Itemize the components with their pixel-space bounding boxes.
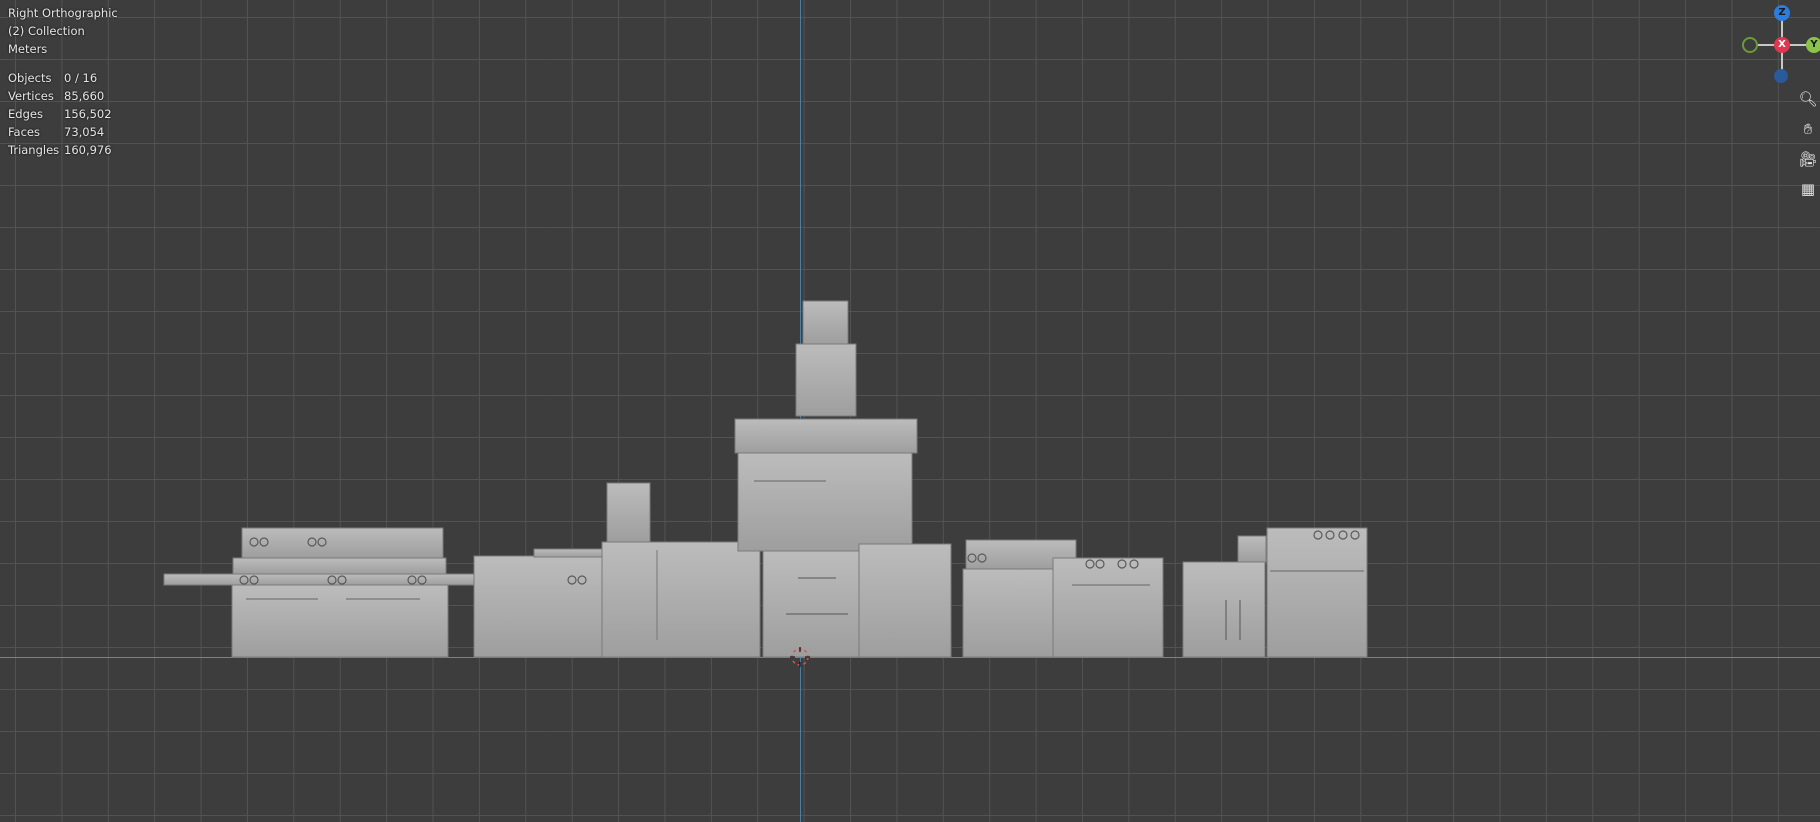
gizmo-neg-z-icon[interactable]	[1774, 69, 1788, 83]
zoom-icon[interactable]: 🔍︎	[1797, 88, 1819, 110]
3d-viewport[interactable]: Right Orthographic (2) Collection Meters…	[0, 0, 1820, 822]
grid-icon[interactable]: ▦	[1797, 178, 1819, 200]
camera-icon[interactable]: 🎥︎	[1797, 148, 1819, 170]
gizmo-x-icon[interactable]: X	[1774, 37, 1790, 53]
kitchen-equipment-model[interactable]	[0, 0, 1820, 822]
navigation-gizmo[interactable]: Z X Y	[1740, 0, 1820, 90]
gizmo-z-icon[interactable]: Z	[1774, 5, 1790, 21]
gizmo-y-icon[interactable]: Y	[1806, 37, 1820, 53]
gizmo-neg-y-icon[interactable]	[1742, 37, 1758, 53]
hand-pan-icon[interactable]: ✋︎	[1797, 118, 1819, 140]
3d-cursor-icon[interactable]	[790, 647, 810, 667]
